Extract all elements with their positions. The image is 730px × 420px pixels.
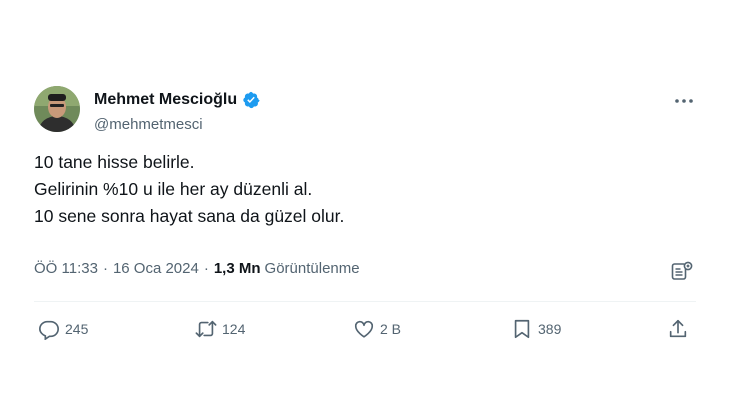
tweet-time[interactable]: ÖÖ 11:33 [34, 260, 98, 277]
tweet-date[interactable]: 16 Oca 2024 [113, 260, 199, 277]
views-label: Görüntülenme [264, 260, 360, 277]
author-name-row[interactable]: Mehmet Mescioğlu [94, 91, 260, 109]
reply-button[interactable]: 245 [38, 318, 88, 340]
more-horizontal-icon [675, 99, 693, 103]
divider [34, 301, 696, 302]
analytics-icon [671, 261, 693, 280]
tweet-meta: ÖÖ 11:33 · 16 Oca 2024 · 1,3 Mn Görüntül… [34, 260, 360, 277]
retweet-count: 124 [222, 321, 246, 337]
like-button[interactable]: 2 B [353, 318, 401, 340]
like-count: 2 B [380, 321, 402, 337]
bookmark-count: 389 [538, 321, 562, 337]
analytics-button[interactable] [670, 260, 694, 282]
heart-icon [354, 320, 374, 338]
bookmark-icon [514, 319, 530, 339]
views-count: 1,3 Mn [213, 260, 261, 277]
more-options-button[interactable] [671, 91, 697, 111]
share-icon [669, 319, 687, 338]
author-name[interactable]: Mehmet Mescioğlu [94, 91, 237, 109]
share-button[interactable] [667, 318, 689, 340]
bookmark-button[interactable]: 389 [511, 318, 561, 340]
tweet-line: 10 sene sonra hayat sana da güzel olur. [34, 206, 345, 226]
meta-separator: · [102, 260, 108, 277]
reply-icon [39, 320, 59, 340]
tweet-line: 10 tane hisse belirle. [34, 152, 195, 172]
meta-separator: · [203, 260, 209, 277]
tweet-line: Gelirinin %10 u ile her ay düzenli al. [34, 179, 313, 199]
tweet-text: 10 tane hisse belirle. Gelirinin %10 u i… [34, 149, 344, 230]
verified-badge-icon [242, 91, 260, 109]
avatar[interactable] [34, 86, 80, 132]
retweet-icon [195, 320, 217, 338]
reply-count: 245 [65, 321, 89, 337]
retweet-button[interactable]: 124 [195, 318, 245, 340]
author-handle[interactable]: @mehmetmesci [94, 116, 203, 133]
